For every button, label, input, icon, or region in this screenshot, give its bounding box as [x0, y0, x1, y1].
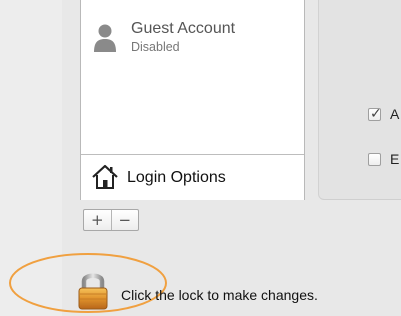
checkmark-icon: ✓ — [370, 106, 382, 122]
login-options-label: Login Options — [127, 169, 226, 186]
user-list: Guest Account Disabled Login Options — [80, 0, 305, 200]
lock-message: Click the lock to make changes. — [121, 287, 318, 303]
guest-account-name: Guest Account — [131, 20, 236, 37]
window-edge — [0, 0, 62, 316]
add-remove-account-control: + − — [83, 209, 139, 231]
guest-account-status: Disabled — [131, 40, 180, 54]
checkbox-unchecked[interactable] — [368, 153, 381, 166]
options-panel — [318, 0, 401, 200]
guest-account-row[interactable]: Guest Account Disabled — [81, 14, 304, 62]
house-icon — [92, 164, 118, 189]
remove-account-button[interactable]: − — [110, 210, 139, 230]
checkbox-1-label: A — [390, 106, 400, 122]
user-silhouette-icon — [94, 24, 116, 52]
padlock-icon[interactable] — [76, 270, 110, 310]
login-options-item[interactable]: Login Options — [81, 154, 304, 200]
add-account-button[interactable]: + — [84, 210, 111, 230]
checkbox-2-label: E — [390, 151, 400, 167]
checkbox-checked[interactable]: ✓ — [368, 106, 382, 122]
